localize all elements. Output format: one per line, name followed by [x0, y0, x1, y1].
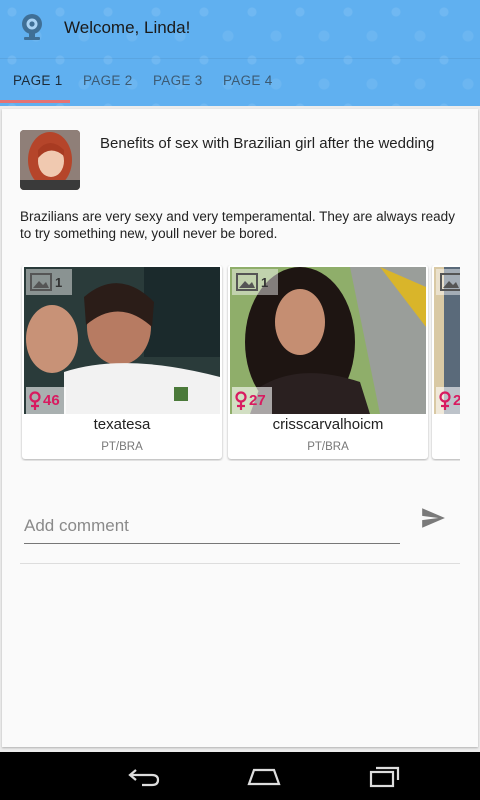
photo-count-badge	[436, 269, 460, 295]
profile-username: texatesa	[93, 416, 151, 433]
post-body: Brazilians are very sexy and very temper…	[20, 209, 455, 241]
profile-card[interactable]: 1 46 texatesa PT/BRA	[22, 265, 222, 459]
profile-photo[interactable]: 2	[434, 267, 460, 414]
photo-count: 1	[261, 274, 269, 290]
app-bar: Welcome, Linda! PAGE 1 PAGE 2 PAGE 3 PAG…	[0, 0, 480, 106]
image-icon	[236, 273, 258, 291]
female-icon	[235, 390, 247, 410]
age-badge: 27	[232, 387, 272, 414]
age-badge: 46	[26, 387, 66, 414]
tab-bar: PAGE 1 PAGE 2 PAGE 3 PAGE 4	[0, 58, 480, 107]
tab-page-2[interactable]: PAGE 2	[83, 73, 133, 88]
system-nav-bar	[0, 752, 480, 800]
comment-input[interactable]	[24, 513, 400, 544]
photo-count: 1	[55, 274, 63, 290]
photo-count-badge: 1	[26, 269, 72, 295]
profile-country: PT/BRA	[307, 441, 349, 453]
profile-card[interactable]: 2 r	[432, 265, 460, 459]
photo-count-badge: 1	[232, 269, 278, 295]
age-value: 2	[453, 392, 460, 409]
toolbar: Welcome, Linda!	[0, 0, 480, 56]
recents-icon[interactable]	[366, 764, 402, 788]
author-avatar[interactable]	[20, 130, 80, 190]
profile-photo[interactable]: 1 46	[24, 267, 220, 414]
female-icon	[29, 390, 41, 410]
tab-indicator	[0, 100, 70, 103]
profile-photo[interactable]: 1 27	[230, 267, 426, 414]
profile-username: crisscarvalhoicm	[272, 416, 384, 433]
webcam-icon[interactable]	[18, 13, 46, 41]
profile-card[interactable]: 1 27 crisscarvalhoicm PT/BRA	[228, 265, 428, 459]
age-value: 46	[43, 392, 60, 409]
image-icon	[30, 273, 52, 291]
image-icon	[440, 273, 460, 291]
post-card: Benefits of sex with Brazilian girl afte…	[2, 109, 478, 747]
home-icon[interactable]	[246, 764, 282, 788]
profile-country: PT/BRA	[101, 441, 143, 453]
back-icon[interactable]	[126, 764, 162, 788]
divider	[20, 563, 460, 564]
profile-username: r	[432, 416, 460, 433]
app-title: Welcome, Linda!	[64, 18, 191, 37]
profile-strip[interactable]: 1 46 texatesa PT/BRA 1 27 crisscarvalhoi…	[20, 265, 460, 461]
tab-page-4[interactable]: PAGE 4	[223, 73, 273, 88]
age-value: 27	[249, 392, 266, 409]
send-icon[interactable]	[420, 505, 446, 531]
post-title: Benefits of sex with Brazilian girl afte…	[100, 135, 435, 152]
tab-page-1[interactable]: PAGE 1	[13, 73, 63, 88]
age-badge: 2	[436, 387, 460, 414]
female-icon	[439, 390, 451, 410]
tab-page-3[interactable]: PAGE 3	[153, 73, 203, 88]
